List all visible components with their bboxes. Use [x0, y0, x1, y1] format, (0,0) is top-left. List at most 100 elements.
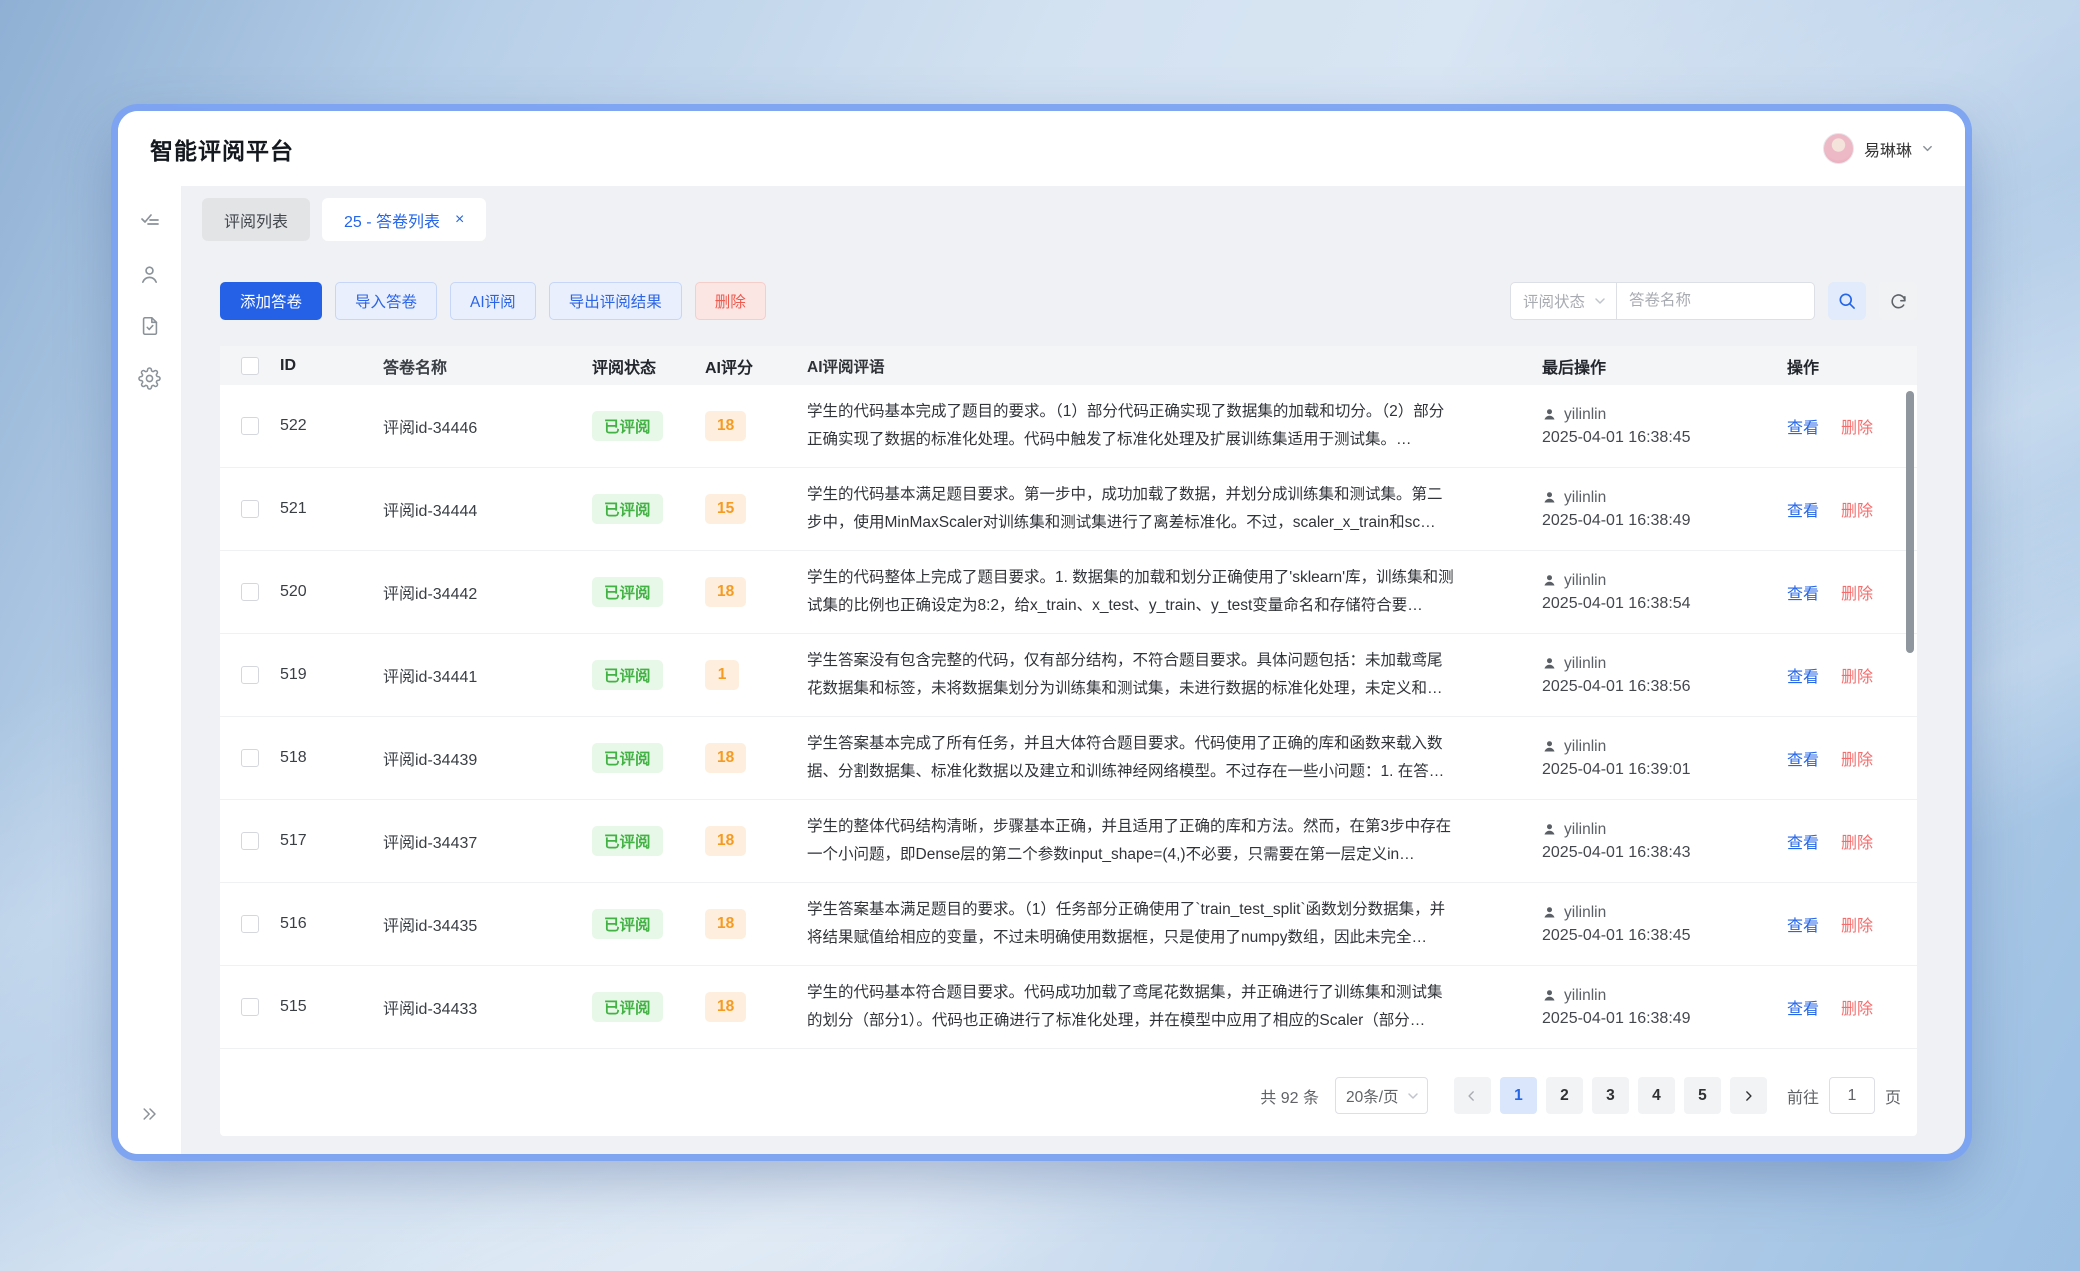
next-page-button[interactable]: [1730, 1077, 1767, 1114]
table-row: 517 评阅id-34437 已评阅 18 学生的整体代码结构清晰，步骤基本正确…: [220, 800, 1917, 883]
row-checkbox[interactable]: [241, 998, 259, 1016]
person-icon: [1542, 656, 1557, 671]
table-row: 522 评阅id-34446 已评阅 18 学生的代码基本完成了题目的要求。（1…: [220, 385, 1917, 468]
import-answer-button[interactable]: 导入答卷: [335, 282, 437, 320]
person-icon: [1542, 988, 1557, 1003]
row-last-operation: yilinlin 2025-04-01 16:38:45: [1542, 406, 1787, 447]
table-scrollbar-thumb[interactable]: [1906, 391, 1914, 653]
tab-answer-sheet-list[interactable]: 25 - 答卷列表 ×: [322, 198, 486, 241]
user-menu[interactable]: 易琳琳: [1823, 133, 1933, 164]
operation-time: 2025-04-01 16:38:49: [1542, 1010, 1787, 1028]
row-id: 521: [280, 500, 383, 518]
main-content: 评阅列表 25 - 答卷列表 × 添加答卷 导入答卷 AI评阅 导出评阅结果 删…: [182, 186, 1965, 1154]
view-link[interactable]: 查看: [1787, 995, 1819, 1019]
row-checkbox[interactable]: [241, 500, 259, 518]
delete-link[interactable]: 删除: [1841, 497, 1873, 521]
prev-page-button[interactable]: [1454, 1077, 1491, 1114]
row-checkbox[interactable]: [241, 417, 259, 435]
column-header-score: AI评分: [705, 354, 807, 378]
row-name: 评阅id-34433: [383, 995, 592, 1019]
row-name: 评阅id-34446: [383, 414, 592, 438]
page-button-5[interactable]: 5: [1684, 1077, 1721, 1114]
status-badge: 已评阅: [592, 660, 663, 690]
table-row: 518 评阅id-34439 已评阅 18 学生答案基本完成了所有任务，并且大体…: [220, 717, 1917, 800]
row-actions: 查看 删除: [1787, 746, 1917, 770]
tab-close-icon[interactable]: ×: [455, 212, 464, 228]
sidebar-item-users[interactable]: [128, 248, 172, 300]
row-last-operation: yilinlin 2025-04-01 16:38:43: [1542, 821, 1787, 862]
page-button-2[interactable]: 2: [1546, 1077, 1583, 1114]
select-placeholder: 评阅状态: [1523, 290, 1585, 312]
status-badge: 已评阅: [592, 411, 663, 441]
status-badge: 已评阅: [592, 992, 663, 1022]
delete-link[interactable]: 删除: [1841, 580, 1873, 604]
delete-link[interactable]: 删除: [1841, 414, 1873, 438]
ai-review-button[interactable]: AI评阅: [450, 282, 536, 320]
add-answer-button[interactable]: 添加答卷: [220, 282, 322, 320]
row-actions: 查看 删除: [1787, 995, 1917, 1019]
page-button-4[interactable]: 4: [1638, 1077, 1675, 1114]
row-comment: 学生答案没有包含完整的代码，仅有部分结构，不符合题目要求。具体问题包括：未加载鸢…: [807, 647, 1542, 703]
search-button[interactable]: [1828, 282, 1866, 320]
page-size-value: 20条/页: [1346, 1085, 1399, 1107]
view-link[interactable]: 查看: [1787, 497, 1819, 521]
row-comment: 学生的代码基本符合题目要求。代码成功加载了鸢尾花数据集，并正确进行了训练集和测试…: [807, 979, 1542, 1035]
delete-link[interactable]: 删除: [1841, 663, 1873, 687]
delete-button[interactable]: 删除: [695, 282, 766, 320]
view-link[interactable]: 查看: [1787, 414, 1819, 438]
row-actions: 查看 删除: [1787, 580, 1917, 604]
tab-review-list[interactable]: 评阅列表: [202, 198, 310, 241]
view-link[interactable]: 查看: [1787, 746, 1819, 770]
table-header-row: ID 答卷名称 评阅状态 AI评分 AI评阅评语 最后操作 操作: [220, 346, 1917, 385]
sidebar-collapse-toggle[interactable]: [128, 1088, 172, 1140]
view-link[interactable]: 查看: [1787, 912, 1819, 936]
operator-name: yilinlin: [1564, 572, 1606, 590]
status-badge: 已评阅: [592, 577, 663, 607]
answer-name-input[interactable]: [1617, 282, 1815, 320]
column-header-lastop: 最后操作: [1542, 354, 1787, 378]
view-link[interactable]: 查看: [1787, 829, 1819, 853]
refresh-button[interactable]: [1879, 282, 1917, 320]
column-header-id: ID: [280, 357, 383, 375]
row-id: 517: [280, 832, 383, 850]
operation-time: 2025-04-01 16:38:49: [1542, 512, 1787, 530]
view-link[interactable]: 查看: [1787, 580, 1819, 604]
delete-link[interactable]: 删除: [1841, 995, 1873, 1019]
page-button-3[interactable]: 3: [1592, 1077, 1629, 1114]
view-link[interactable]: 查看: [1787, 663, 1819, 687]
column-header-name: 答卷名称: [383, 354, 592, 378]
review-status-select[interactable]: 评阅状态: [1510, 282, 1617, 320]
avatar[interactable]: [1823, 133, 1854, 164]
row-id: 516: [280, 915, 383, 933]
row-checkbox[interactable]: [241, 749, 259, 767]
chevron-down-icon: [1407, 1090, 1419, 1102]
row-actions: 查看 删除: [1787, 663, 1917, 687]
operator-name: yilinlin: [1564, 738, 1606, 756]
row-comment: 学生答案基本满足题目的要求。（1）任务部分正确使用了`train_test_sp…: [807, 896, 1542, 952]
delete-link[interactable]: 删除: [1841, 746, 1873, 770]
score-badge: 18: [705, 411, 746, 441]
table-row: 520 评阅id-34442 已评阅 18 学生的代码整体上完成了题目要求。1.…: [220, 551, 1917, 634]
row-checkbox[interactable]: [241, 666, 259, 684]
delete-link[interactable]: 删除: [1841, 912, 1873, 936]
settings-icon: [138, 367, 161, 390]
page-button-1[interactable]: 1: [1500, 1077, 1537, 1114]
row-last-operation: yilinlin 2025-04-01 16:38:45: [1542, 904, 1787, 945]
row-checkbox[interactable]: [241, 915, 259, 933]
sidebar-item-review-list[interactable]: [128, 196, 172, 248]
chevron-left-icon: [1465, 1089, 1479, 1103]
toolbar: 添加答卷 导入答卷 AI评阅 导出评阅结果 删除 评阅状态: [220, 282, 1917, 320]
row-checkbox[interactable]: [241, 832, 259, 850]
delete-link[interactable]: 删除: [1841, 829, 1873, 853]
document-check-icon: [139, 315, 161, 337]
column-header-ops: 操作: [1787, 354, 1917, 378]
sidebar-item-answer-sheets[interactable]: [128, 300, 172, 352]
score-badge: 18: [705, 577, 746, 607]
goto-page-input[interactable]: [1829, 1077, 1875, 1114]
export-results-button[interactable]: 导出评阅结果: [549, 282, 682, 320]
row-checkbox[interactable]: [241, 583, 259, 601]
page-size-select[interactable]: 20条/页: [1335, 1077, 1428, 1114]
select-all-checkbox[interactable]: [241, 357, 259, 375]
sidebar: [118, 186, 182, 1154]
sidebar-item-settings[interactable]: [128, 352, 172, 404]
